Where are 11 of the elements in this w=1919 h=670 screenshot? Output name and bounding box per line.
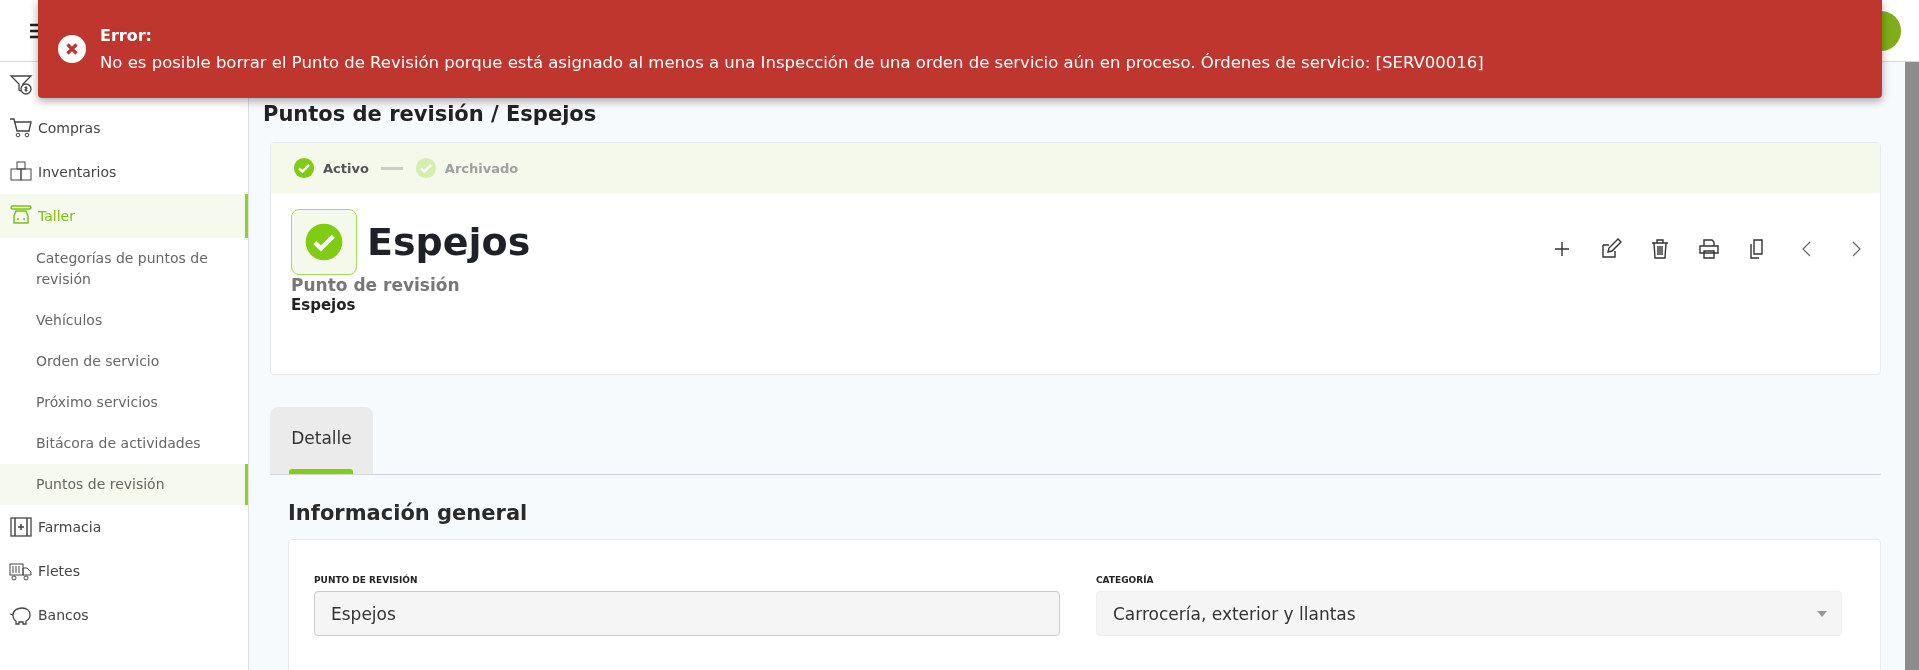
toast-title: Error: [100, 26, 152, 45]
field-label: PUNTO DE REVISIÓN [314, 575, 418, 585]
field-label: CATEGORÍA [1096, 575, 1154, 585]
toast-message: No es posible borrar el Punto de Revisión porque está asignado al menos a una Inspección de una orden de servicio aún en proceso. Órdenes de servicio: [SERV00016] [100, 53, 1484, 72]
section-title: Información general [288, 501, 528, 525]
breadcrumb: Puntos de revisión / Espejos [263, 102, 597, 126]
field-value: Espejos [291, 296, 356, 314]
field-label: Punto de revisión [291, 275, 460, 295]
status-step: Activo [323, 160, 369, 176]
record-title: Espejos [367, 220, 531, 264]
status-step: Archivado [444, 160, 519, 176]
